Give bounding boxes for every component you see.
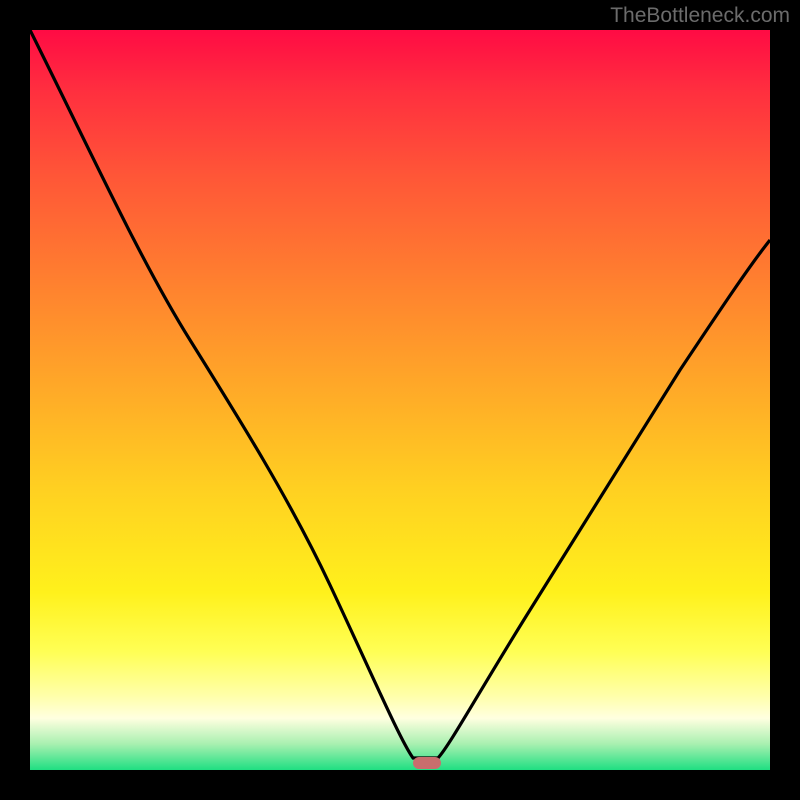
plot-area: [30, 30, 770, 770]
curve-path: [30, 30, 770, 758]
optimal-marker: [413, 757, 441, 769]
bottleneck-curve: [30, 30, 770, 770]
watermark-text: TheBottleneck.com: [610, 4, 790, 28]
chart-frame: TheBottleneck.com: [0, 0, 800, 800]
